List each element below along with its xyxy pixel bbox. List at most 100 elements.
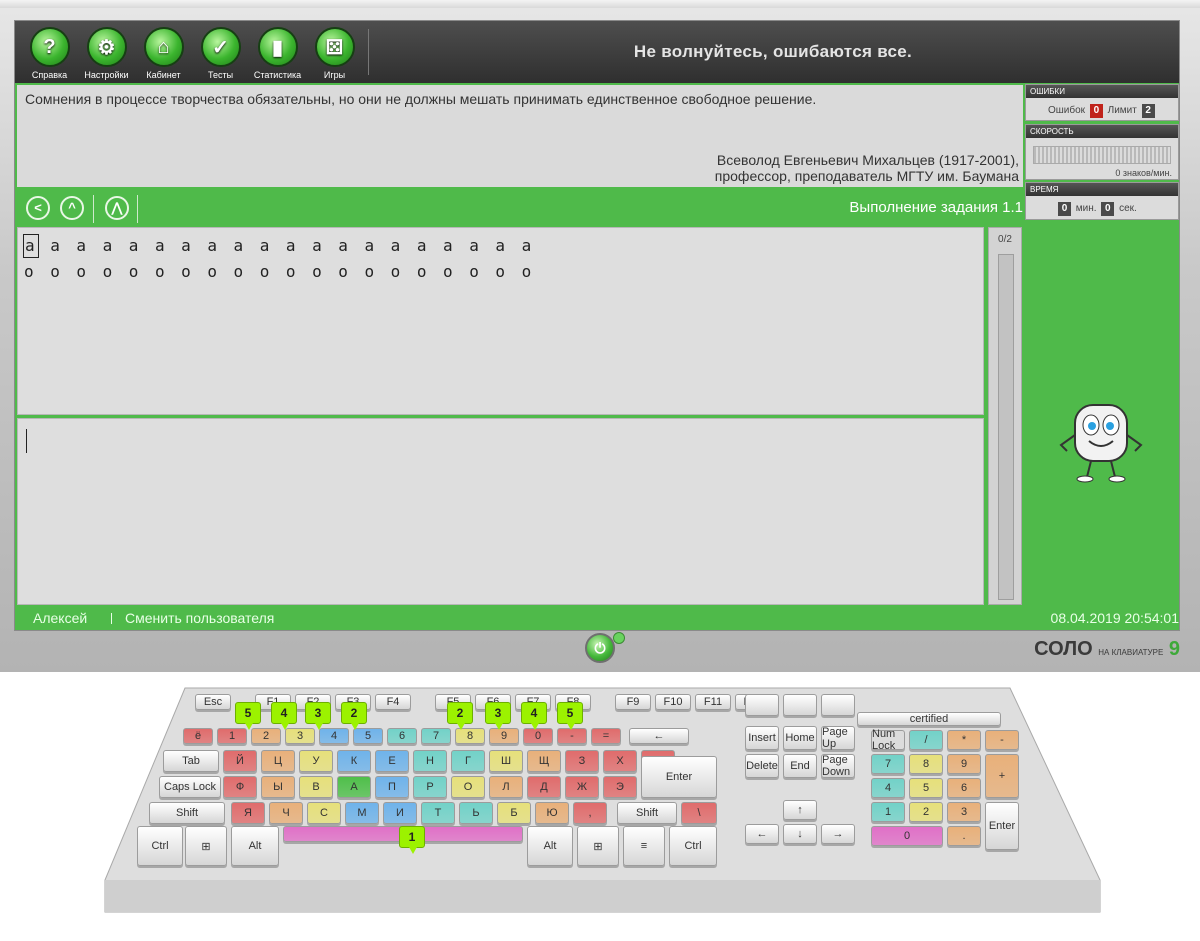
- minutes-label: мин.: [1075, 203, 1097, 214]
- exercise-char: о: [181, 262, 191, 281]
- quote-panel: Сомнения в процессе творчества обязатель…: [17, 85, 1023, 187]
- exercise-char: о: [76, 262, 87, 281]
- errors-panel: ОШИБКИ Ошибок 0 Лимит 2: [1025, 84, 1179, 121]
- enter-key: Enter: [641, 756, 717, 798]
- number-key: 0: [523, 728, 553, 744]
- letter-key: М: [345, 802, 379, 824]
- nav-key: Delete: [745, 754, 779, 778]
- errors-label: Ошибок: [1048, 105, 1086, 116]
- time-panel: ВРЕМЯ 0 мин. 0 сек.: [1025, 182, 1179, 220]
- nav-help[interactable]: ? Справка: [21, 27, 78, 80]
- exercise-char: о: [154, 262, 165, 281]
- nav-cabinet[interactable]: ⌂ Кабинет: [135, 27, 192, 80]
- taskbar-divider: [137, 195, 138, 223]
- nav-label: Справка: [31, 70, 68, 80]
- letter-key: Б: [497, 802, 531, 824]
- exercise-char: о: [102, 262, 113, 281]
- quote-text: Сомнения в процессе творчества обязатель…: [25, 91, 817, 107]
- number-key: 3: [285, 728, 315, 744]
- nav-statistics[interactable]: ▮ Статистика: [249, 27, 306, 80]
- current-char: а: [23, 234, 39, 258]
- arrow-up-key: ↑: [783, 800, 817, 820]
- numpad-key: 6: [947, 778, 981, 798]
- number-key: 9: [489, 728, 519, 744]
- footer-divider: [111, 613, 112, 624]
- main-nav: ? Справка ⚙ Настройки ⌂ Кабинет ✓ Тесты …: [21, 27, 363, 80]
- exercise-char: а: [390, 236, 401, 255]
- ctrl-key: Ctrl: [137, 826, 183, 866]
- up-icon[interactable]: ^: [60, 196, 84, 220]
- letter-key: Ч: [269, 802, 303, 824]
- backspace-key: ←: [629, 728, 689, 744]
- exercise-char: о: [207, 262, 217, 281]
- letter-key: Х: [603, 750, 637, 772]
- numpad-dot-key: .: [947, 826, 981, 846]
- quote-author-line1: Всеволод Евгеньевич Михальцев (1917-2001…: [716, 152, 1019, 168]
- exercise-char: о: [469, 262, 479, 281]
- function-key: F11: [695, 694, 731, 710]
- letter-key: И: [383, 802, 417, 824]
- alt-key: Alt: [231, 826, 279, 866]
- task-title: Выполнение задания 1.1: [849, 199, 1023, 216]
- numpad-key: /: [909, 730, 943, 750]
- nav-label: Кабинет: [146, 70, 181, 80]
- arrow-down-key: ↓: [783, 824, 817, 844]
- exercise-char: о: [338, 262, 348, 281]
- typing-input[interactable]: [17, 418, 984, 605]
- speed-text: 0 знаков/мин.: [1115, 168, 1172, 178]
- menu-key: ≡: [623, 826, 665, 866]
- nav-label: Настройки: [84, 70, 129, 80]
- top-toolbar: ? Справка ⚙ Настройки ⌂ Кабинет ✓ Тесты …: [15, 21, 1179, 83]
- exercise-char: о: [416, 262, 427, 281]
- nav-settings[interactable]: ⚙ Настройки: [78, 27, 135, 80]
- metronome-icon[interactable]: ⋀: [105, 196, 129, 220]
- function-key: Esc: [195, 694, 231, 710]
- exercise-char: о: [259, 262, 270, 281]
- metronome-icon: ⚙: [86, 27, 127, 67]
- nav-games[interactable]: ⚄ Игры: [306, 27, 363, 80]
- windows-key: ⊞: [185, 826, 227, 866]
- progress-counter: 0/2: [998, 234, 1012, 245]
- letter-key: Г: [451, 750, 485, 772]
- numpad-plus-key: +: [985, 754, 1019, 798]
- exercise-text-area: аааааааааааааааааааа ооооооооооооооооооо…: [17, 227, 984, 415]
- number-key: 4: [319, 728, 349, 744]
- limit-count: 2: [1141, 104, 1155, 118]
- number-key: ё: [183, 728, 213, 744]
- back-icon[interactable]: <: [26, 196, 50, 220]
- exercise-char: о: [521, 262, 532, 281]
- minutes-value: 0: [1058, 202, 1071, 216]
- nav-tests[interactable]: ✓ Тесты: [192, 27, 249, 80]
- power-button[interactable]: ⏻: [585, 633, 615, 663]
- letter-key: П: [375, 776, 409, 798]
- brand-logo: СОЛО НА КЛАВИАТУРЕ 9: [1034, 638, 1180, 661]
- app-screen: ? Справка ⚙ Настройки ⌂ Кабинет ✓ Тесты …: [14, 20, 1180, 631]
- speed-meter: [1033, 146, 1171, 164]
- number-key: =: [591, 728, 621, 744]
- exercise-char: а: [207, 236, 217, 255]
- exercise-char: о: [50, 262, 60, 281]
- letter-key: Ы: [261, 776, 295, 798]
- number-key: 1: [217, 728, 247, 744]
- tab-key: Tab: [163, 750, 219, 772]
- scroll-lock-key: [783, 694, 817, 716]
- progress-bar: [998, 254, 1014, 600]
- exercise-char: о: [312, 262, 322, 281]
- number-key: 7: [421, 728, 451, 744]
- exercise-char: а: [181, 236, 191, 255]
- number-key: 5: [353, 728, 383, 744]
- letter-key: Ф: [223, 776, 257, 798]
- letter-key: \: [681, 802, 717, 824]
- footer: Алексей Сменить пользователя 08.04.2019 …: [17, 607, 1179, 630]
- exercise-char: а: [128, 236, 139, 255]
- number-key: -: [557, 728, 587, 744]
- letter-key: Н: [413, 750, 447, 772]
- numpad-key: 2: [909, 802, 943, 822]
- exercise-char: а: [469, 236, 479, 255]
- exercise-char: а: [233, 236, 244, 255]
- exercise-char: а: [154, 236, 165, 255]
- nav-key: Page Down: [821, 754, 855, 778]
- switch-user-link[interactable]: Сменить пользователя: [125, 610, 274, 626]
- function-key: F10: [655, 694, 691, 710]
- lamp-icon: ⌂: [143, 27, 184, 67]
